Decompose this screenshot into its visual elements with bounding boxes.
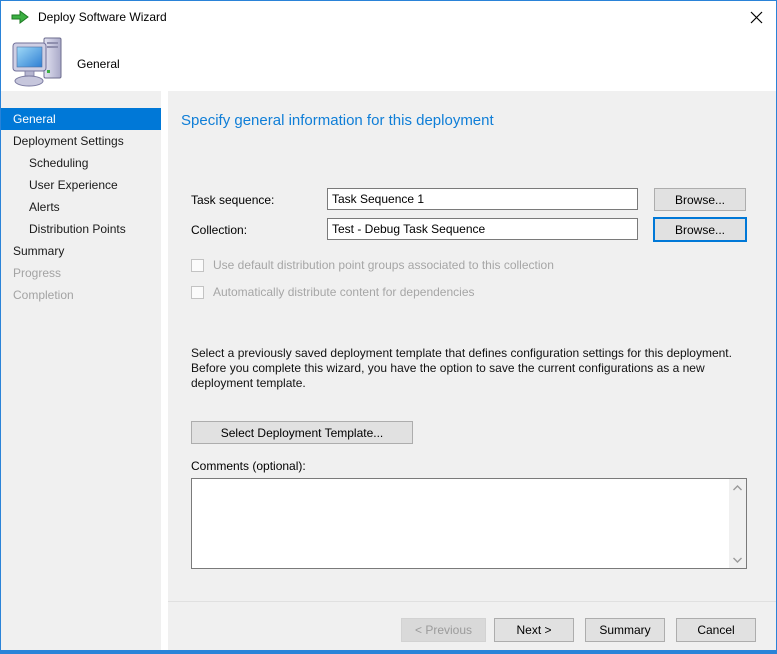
task-sequence-browse-button[interactable]: Browse... (654, 188, 746, 211)
summary-button[interactable]: Summary (585, 618, 665, 642)
collection-browse-button[interactable]: Browse... (653, 217, 747, 242)
green-arrow-icon (11, 9, 29, 24)
sidebar-item-summary[interactable]: Summary (1, 240, 161, 262)
comments-textarea[interactable] (192, 479, 729, 568)
sidebar-item-deployment-settings[interactable]: Deployment Settings (1, 130, 161, 152)
header-page-label: General (77, 57, 120, 71)
auto-distribute-content-label: Automatically distribute content for dep… (213, 285, 475, 299)
deployment-template-description: Select a previously saved deployment tem… (191, 346, 732, 390)
cancel-button[interactable]: Cancel (676, 618, 756, 642)
wizard-main-panel: Specify general information for this dep… (168, 91, 776, 650)
scroll-down-button[interactable] (729, 551, 746, 568)
sidebar-item-progress: Progress (13, 266, 62, 280)
wizard-body: General Deployment Settings Scheduling U… (1, 91, 776, 650)
sidebar-item-general[interactable]: General (1, 108, 161, 130)
previous-button: < Previous (401, 618, 486, 642)
comments-scrollbar[interactable] (729, 479, 746, 568)
checkbox-icon (191, 285, 204, 299)
sidebar-item-alerts[interactable]: Alerts (1, 196, 161, 218)
comments-label: Comments (optional): (191, 459, 306, 473)
checkbox-icon (191, 258, 204, 272)
wizard-step-nav: General Deployment Settings Scheduling U… (1, 108, 161, 306)
title-bar: Deploy Software Wizard (1, 1, 776, 32)
task-sequence-label: Task sequence: (191, 193, 275, 207)
collection-label: Collection: (191, 223, 248, 237)
close-button[interactable] (746, 7, 766, 27)
sidebar-item-scheduling[interactable]: Scheduling (1, 152, 161, 174)
window-title: Deploy Software Wizard (38, 9, 167, 24)
close-icon (750, 11, 762, 23)
comments-box (191, 478, 747, 569)
chevron-down-icon (733, 557, 742, 563)
wizard-header: General (1, 32, 776, 91)
chevron-up-icon (733, 484, 742, 490)
footer-divider (168, 601, 776, 602)
task-sequence-input[interactable] (327, 188, 638, 210)
sidebar-item-distribution-points[interactable]: Distribution Points (1, 218, 161, 240)
use-default-dp-groups-checkbox: Use default distribution point groups as… (191, 258, 554, 272)
sidebar-divider (161, 91, 168, 650)
auto-distribute-content-checkbox: Automatically distribute content for dep… (191, 285, 475, 299)
scroll-up-button[interactable] (729, 479, 746, 496)
use-default-dp-groups-label: Use default distribution point groups as… (213, 258, 554, 272)
collection-input[interactable] (327, 218, 638, 240)
sidebar-item-user-experience[interactable]: User Experience (1, 174, 161, 196)
sidebar-item-completion: Completion (13, 288, 74, 302)
select-deployment-template-button[interactable]: Select Deployment Template... (191, 421, 413, 444)
deploy-software-wizard-window: Deploy Software Wizard General General D… (0, 0, 777, 654)
window-bottom-accent (1, 650, 776, 653)
page-title: Specify general information for this dep… (181, 112, 494, 129)
wizard-sidebar: General Deployment Settings Scheduling U… (1, 91, 161, 650)
next-button[interactable]: Next > (494, 618, 574, 642)
computer-icon (12, 37, 62, 87)
